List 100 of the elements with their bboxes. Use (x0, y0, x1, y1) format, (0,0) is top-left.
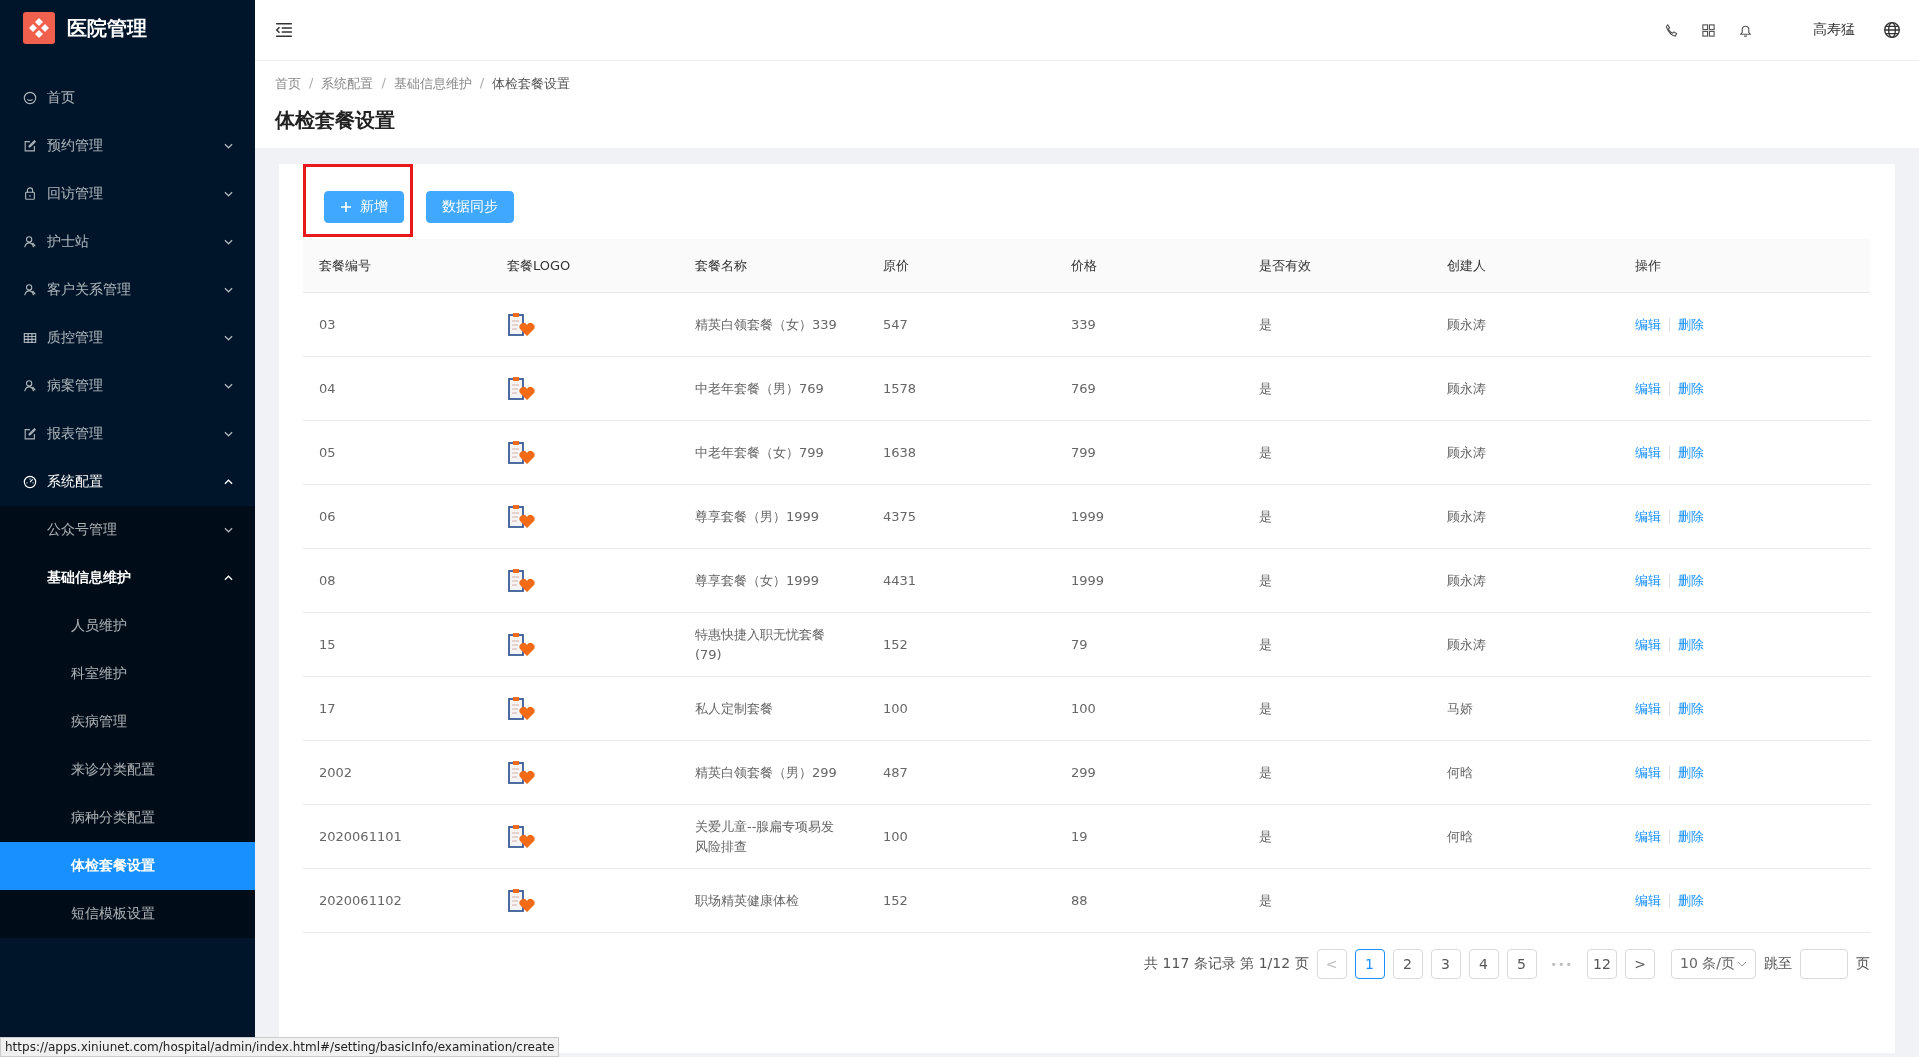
chevron-down-icon (224, 143, 233, 149)
table-cell: 顾永涛 (1447, 380, 1486, 396)
table-cell-text: 是 (1258, 507, 1273, 526)
delete-link[interactable]: 删除 (1678, 443, 1704, 462)
breadcrumb-link[interactable]: 基础信息维护 (393, 75, 472, 93)
submenu-item[interactable]: 短信模板设置 (0, 890, 255, 938)
column-header: 操作 (1634, 256, 1662, 275)
page-unit-label: 页 (1856, 955, 1870, 973)
menu-item[interactable]: 系统配置 (0, 458, 255, 506)
menu-item[interactable]: 护士站 (0, 218, 255, 266)
edit-link[interactable]: 编辑 (1635, 763, 1661, 782)
menu-item[interactable]: 客户关系管理 (0, 266, 255, 314)
delete-link[interactable]: 删除 (1678, 891, 1704, 910)
menu-item[interactable]: 报表管理 (0, 410, 255, 458)
chevron-down-icon (224, 431, 233, 437)
edit-link[interactable]: 编辑 (1635, 571, 1661, 590)
column-header: 原价 (882, 256, 910, 275)
breadcrumb-link[interactable]: 系统配置 (321, 75, 374, 93)
menu-item[interactable]: 病案管理 (0, 362, 255, 410)
edit-link[interactable]: 编辑 (1635, 379, 1661, 398)
page-button[interactable]: 4 (1468, 949, 1499, 979)
table-cell-text: 是 (1258, 443, 1273, 462)
column-header: 套餐名称 (694, 256, 748, 275)
table-cell-text: 152 (882, 637, 909, 652)
apps-icon[interactable] (1701, 22, 1716, 38)
delete-link[interactable]: 删除 (1678, 507, 1704, 526)
clipboard-heart-icon (507, 887, 535, 914)
edit-link[interactable]: 编辑 (1635, 891, 1661, 910)
clipboard-heart-icon (507, 631, 535, 658)
submenu-item[interactable]: 人员维护 (0, 602, 255, 650)
menu-item[interactable]: 质控管理 (0, 314, 255, 362)
table-cell-text: 1638 (882, 445, 918, 460)
edit-link[interactable]: 编辑 (1635, 443, 1661, 462)
delete-link[interactable]: 删除 (1678, 571, 1704, 590)
submenu-item[interactable]: 疾病管理 (0, 698, 255, 746)
submenu-item[interactable]: 科室维护 (0, 650, 255, 698)
table-cell: 何晗 (1447, 764, 1473, 780)
table-cell-text: 是 (1258, 635, 1273, 654)
table-cell: 何晗 (1447, 828, 1473, 844)
table-cell-text: 4431 (882, 573, 918, 588)
phone-icon[interactable] (1664, 22, 1679, 38)
edit-icon (23, 139, 37, 153)
delete-link[interactable]: 删除 (1678, 315, 1704, 334)
breadcrumb-link[interactable]: 首页 (275, 75, 301, 93)
submenu-item[interactable]: 病种分类配置 (0, 794, 255, 842)
submenu-item[interactable]: 体检套餐设置 (0, 842, 255, 890)
delete-link[interactable]: 删除 (1678, 827, 1704, 846)
table-cell-text: 799 (1070, 445, 1097, 460)
menu-item[interactable]: 首页 (0, 74, 255, 122)
globe-icon[interactable] (1883, 21, 1901, 39)
column-header: 创建人 (1446, 256, 1487, 275)
edit-link[interactable]: 编辑 (1635, 315, 1661, 334)
user-name[interactable]: 高寿猛 (1813, 21, 1855, 39)
logo-icon (23, 12, 55, 44)
table-cell-text: 是 (1258, 763, 1273, 782)
submenu-item[interactable]: 来诊分类配置 (0, 746, 255, 794)
delete-link[interactable]: 删除 (1678, 635, 1704, 654)
delete-link[interactable]: 删除 (1678, 763, 1704, 782)
submenu-item[interactable]: 基础信息维护 (0, 554, 255, 602)
page-button[interactable]: 12 (1587, 949, 1617, 979)
sync-button[interactable]: 数据同步 (426, 191, 514, 223)
page-button[interactable]: 5 (1506, 949, 1537, 979)
chevron-down-icon (224, 191, 233, 197)
clipboard-heart-icon (507, 695, 535, 722)
table-cell-text: 尊享套餐（男）1999 (694, 507, 821, 526)
page-button[interactable]: 1 (1354, 949, 1385, 979)
breadcrumb-separator: / (309, 75, 314, 92)
edit-link[interactable]: 编辑 (1635, 507, 1661, 526)
page-jump-field[interactable] (1800, 949, 1848, 979)
user-icon (23, 283, 37, 297)
menu-fold-icon[interactable] (275, 21, 293, 39)
table-cell-text: 100 (882, 829, 909, 844)
page-button[interactable]: 3 (1430, 949, 1461, 979)
next-page-button[interactable]: > (1625, 949, 1655, 979)
add-button[interactable]: 新增 (324, 191, 404, 223)
page-size-select[interactable]: 10 条/页 (1671, 949, 1756, 979)
user-icon (23, 235, 37, 249)
edit-link[interactable]: 编辑 (1635, 699, 1661, 718)
delete-link[interactable]: 删除 (1678, 379, 1704, 398)
table-cell-text: 2020061101 (318, 829, 403, 844)
submenu-item[interactable]: 公众号管理 (0, 506, 255, 554)
table-cell-text: 职场精英健康体检 (694, 891, 800, 910)
previous-page-button[interactable]: < (1316, 949, 1347, 979)
table-cell-text: 1999 (1070, 509, 1106, 524)
clipboard-heart-icon (507, 311, 535, 338)
table-cell-text: 19 (1070, 829, 1089, 844)
edit-link[interactable]: 编辑 (1635, 827, 1661, 846)
more-pages-button[interactable]: ••• (1544, 957, 1579, 971)
edit-link[interactable]: 编辑 (1635, 635, 1661, 654)
column-header: 套餐LOGO (506, 256, 572, 275)
table-cell-text: 299 (1070, 765, 1097, 780)
menu-item[interactable]: 预约管理 (0, 122, 255, 170)
table-cell-text: 487 (882, 765, 909, 780)
menu-item[interactable]: 回访管理 (0, 170, 255, 218)
table-cell-text: 339 (1070, 317, 1097, 332)
table-cell: 顾永涛 (1447, 636, 1486, 652)
edit-icon (23, 427, 37, 441)
jump-label: 跳至 (1764, 955, 1792, 973)
delete-link[interactable]: 删除 (1678, 699, 1704, 718)
page-button[interactable]: 2 (1392, 949, 1423, 979)
